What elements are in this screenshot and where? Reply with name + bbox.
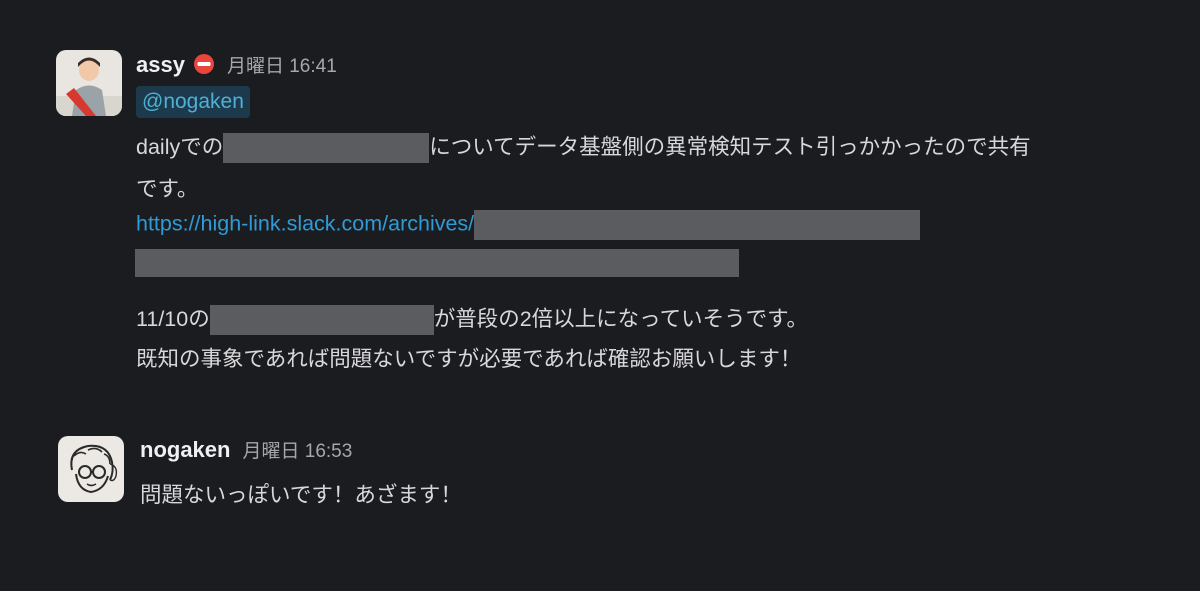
text-segment: が普段の2倍以上になっていそうです。: [433, 307, 808, 331]
avatar-nogaken[interactable]: [58, 436, 124, 502]
message-header: assy 月曜日 16:41: [136, 50, 337, 78]
redacted-block: [209, 305, 434, 336]
mention-nogaken[interactable]: @nogaken: [136, 86, 250, 118]
redacted-block: [474, 210, 921, 240]
timestamp[interactable]: 月曜日 16:41: [227, 51, 337, 78]
text-segment: についてデータ基盤側の異常検知テスト引っかかったので共有: [429, 135, 1031, 159]
text-segment: 11/10の: [136, 307, 210, 331]
avatar-assy[interactable]: [56, 50, 122, 116]
avatar-photo-icon: [56, 50, 122, 116]
timestamp[interactable]: 月曜日 16:53: [242, 436, 352, 463]
username[interactable]: nogaken: [140, 437, 230, 463]
redacted-block: [223, 133, 430, 164]
message-line: 問題ないっぽいです！あざます！: [140, 483, 462, 507]
username[interactable]: assy: [136, 52, 185, 78]
avatar-illustration-icon: [58, 436, 124, 502]
message-line: 11/10の が普段の2倍以上になっていそうです。: [136, 302, 808, 336]
no-entry-icon: [193, 53, 215, 75]
message-line: です。: [136, 177, 199, 201]
redacted-block: [135, 249, 739, 277]
message-line: 既知の事象であれば問題ないですが必要であれば確認お願いします！: [136, 347, 802, 371]
archive-link[interactable]: https://high-link.slack.com/archives/: [136, 212, 474, 236]
text-segment: dailyでの: [136, 135, 224, 159]
message-header: nogaken 月曜日 16:53: [140, 436, 352, 463]
message-line: https://high-link.slack.com/archives/: [136, 210, 921, 240]
message-line: dailyでの についてデータ基盤側の異常検知テスト引っかかったので共有: [136, 130, 1031, 164]
